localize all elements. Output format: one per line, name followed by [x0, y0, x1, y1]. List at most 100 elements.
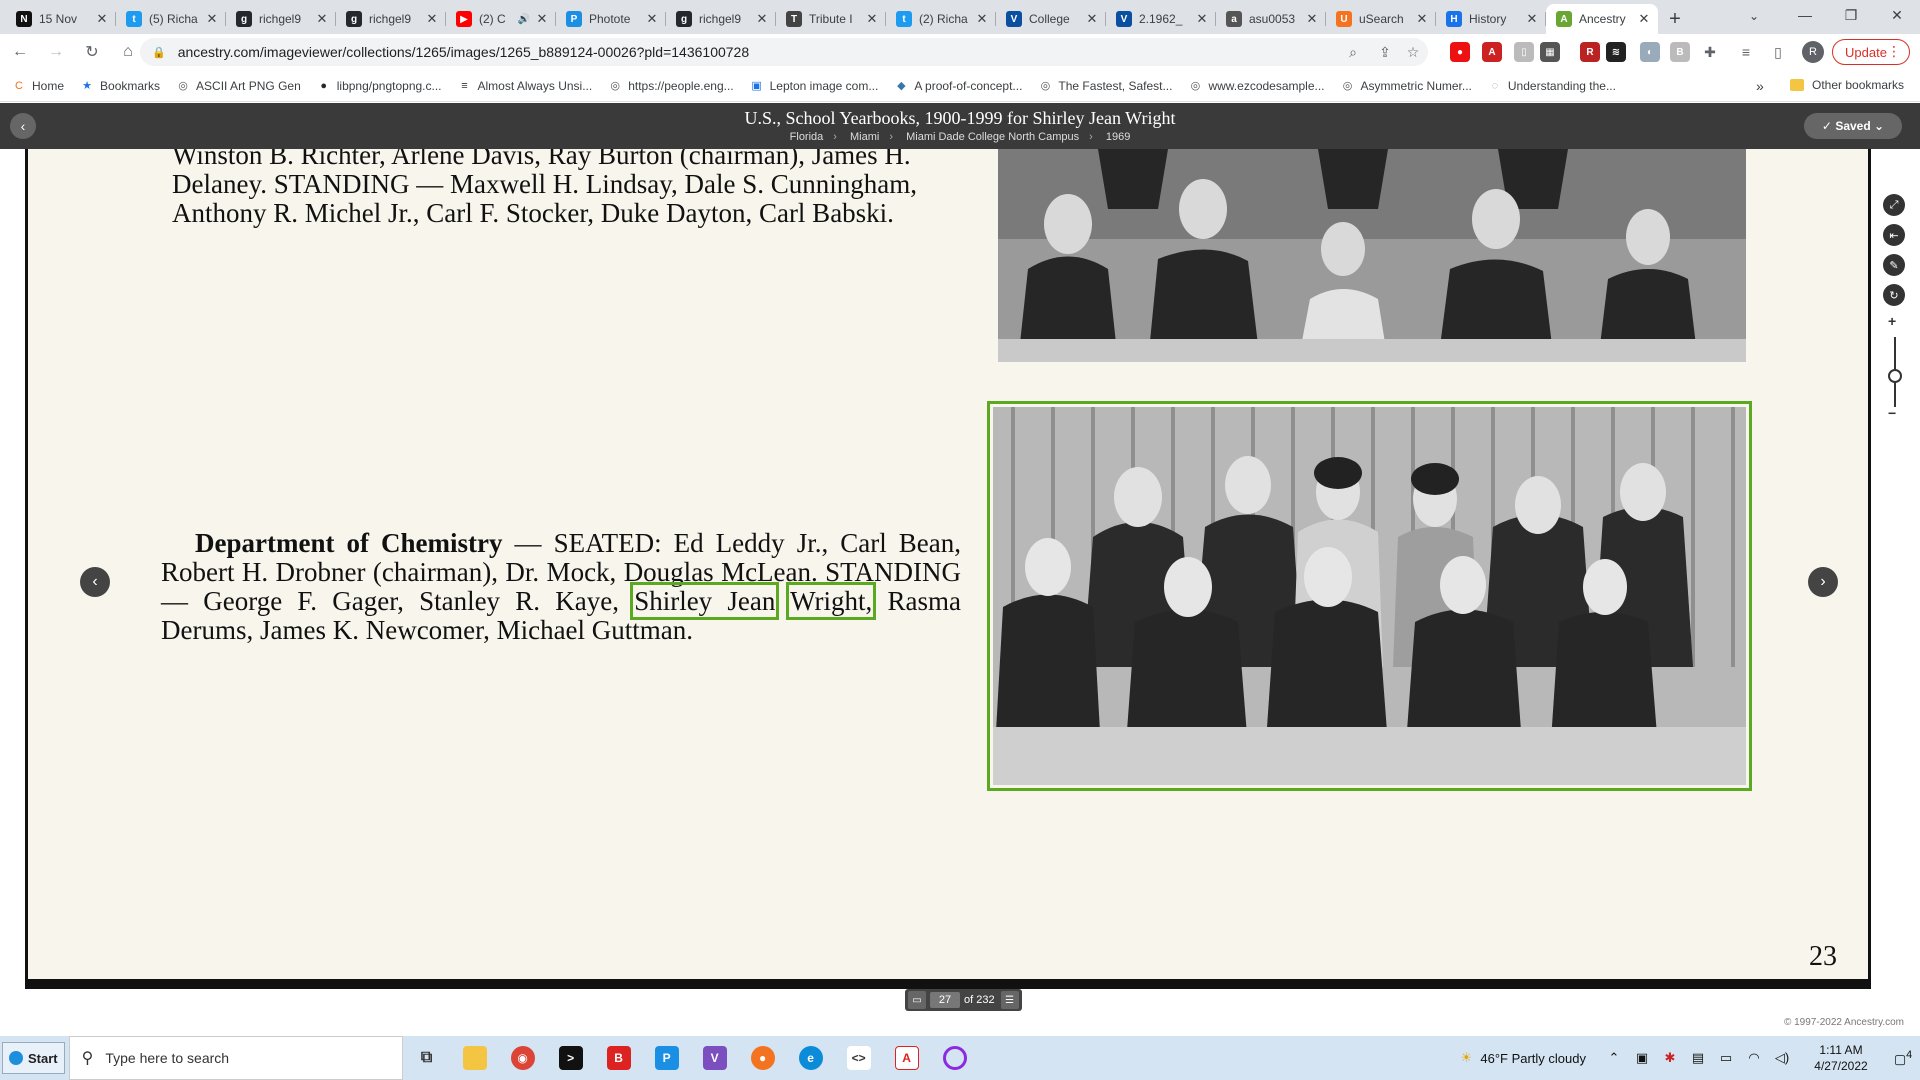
bookmark-star-icon[interactable]: ☆	[1402, 42, 1424, 62]
extension-icon[interactable]: ▯	[1514, 42, 1534, 62]
zoom-icon[interactable]: ⌕	[1342, 42, 1364, 62]
edge-icon[interactable]: e	[787, 1036, 835, 1080]
browser-tab[interactable]: H History ✕	[1436, 4, 1546, 34]
bookmark-item[interactable]: ▣ Lepton image com...	[750, 79, 878, 93]
bookmark-item[interactable]: ◎ Asymmetric Numer...	[1341, 79, 1472, 93]
bookmark-item[interactable]: ● libpng/pngtopng.c...	[317, 79, 441, 93]
browser-tab[interactable]: V College ✕	[996, 4, 1106, 34]
bookmark-item[interactable]: ◎ The Fastest, Safest...	[1038, 79, 1173, 93]
image-viewer[interactable]: Winston B. Richter, Arlene Davis, Ray Bu…	[0, 149, 1920, 1036]
chevron-up-icon[interactable]: ⌃	[1600, 1050, 1628, 1066]
tab-search-chevron-icon[interactable]: ⌄	[1740, 4, 1768, 28]
bookmark-item[interactable]: ◎ ASCII Art PNG Gen	[176, 79, 301, 93]
audio-playing-icon[interactable]: 🔊	[518, 14, 530, 25]
browser-tab[interactable]: N 15 Nov ✕	[6, 4, 116, 34]
browser-tab[interactable]: P Photote ✕	[556, 4, 666, 34]
browser-tab[interactable]: g richgel9 ✕	[336, 4, 446, 34]
address-bar[interactable]: 🔒 ancestry.com/imageviewer/collections/1…	[140, 38, 1428, 66]
extension-icon[interactable]: ▦	[1540, 42, 1560, 62]
index-panel-icon[interactable]: ☰	[1000, 991, 1019, 1009]
weather-text[interactable]: 46°F Partly cloudy	[1480, 1051, 1586, 1066]
terminal-icon[interactable]: >	[547, 1036, 595, 1080]
close-tab-icon[interactable]: ✕	[1194, 11, 1210, 27]
extensions-puzzle-icon[interactable]: ✚	[1700, 42, 1720, 62]
close-tab-icon[interactable]: ✕	[1414, 11, 1430, 27]
browser-tab[interactable]: ▶ (2) C 🔊 ✕	[446, 4, 556, 34]
volume-icon[interactable]: ◁)	[1768, 1050, 1796, 1066]
zoom-in-icon[interactable]: +	[1888, 313, 1896, 329]
file-explorer-icon[interactable]	[451, 1036, 499, 1080]
battery-icon[interactable]: ▭	[1712, 1050, 1740, 1066]
rotate-icon[interactable]: ↻	[1883, 284, 1905, 306]
chemistry-department-photo[interactable]	[987, 401, 1752, 791]
close-tab-icon[interactable]: ✕	[864, 11, 880, 27]
browser-tab[interactable]: UuSearch ✕	[1326, 4, 1436, 34]
task-view-icon[interactable]: ⧉	[403, 1036, 451, 1080]
reading-list-icon[interactable]: ≡	[1736, 42, 1756, 62]
adblock-extension-icon[interactable]: A	[1482, 42, 1502, 62]
filmstrip-icon[interactable]: ▭	[908, 991, 926, 1009]
start-button[interactable]: Start	[2, 1042, 65, 1074]
minimize-button[interactable]: —	[1782, 0, 1828, 30]
breadcrumb-item[interactable]: Miami Dade College North Campus	[906, 131, 1079, 143]
close-tab-icon[interactable]: ✕	[534, 11, 550, 27]
tray-icon[interactable]: ✱	[1656, 1050, 1684, 1066]
bookmark-item[interactable]: ◎ https://people.eng...	[608, 79, 733, 93]
browser-tab[interactable]: V 2.1962_ ✕	[1106, 4, 1216, 34]
close-window-button[interactable]: ✕	[1874, 0, 1920, 30]
extension-icon[interactable]: ≋	[1606, 42, 1626, 62]
name-highlight-first[interactable]: Shirley Jean	[630, 582, 780, 620]
current-image-input[interactable]: 27	[930, 992, 960, 1008]
reload-button[interactable]: ↻	[76, 36, 108, 68]
browser-tab[interactable]: t (5) Richa ✕	[116, 4, 226, 34]
bookmark-item[interactable]: ◎ www.ezcodesample...	[1188, 79, 1325, 93]
next-image-arrow-icon[interactable]: ›	[1808, 567, 1838, 597]
close-tab-icon[interactable]: ✕	[1304, 11, 1320, 27]
close-tab-icon[interactable]: ✕	[204, 11, 220, 27]
wifi-icon[interactable]: ◠	[1740, 1050, 1768, 1066]
new-tab-button[interactable]: +	[1658, 4, 1692, 34]
browser-tab[interactable]: g richgel9 ✕	[226, 4, 336, 34]
name-highlight-last[interactable]: Wright,	[786, 582, 877, 620]
paint-icon[interactable]: P	[643, 1036, 691, 1080]
close-tab-icon[interactable]: ✕	[1084, 11, 1100, 27]
clock[interactable]: 1:11 AM 4/27/2022	[1796, 1042, 1886, 1074]
fit-width-icon[interactable]: ⇤	[1883, 224, 1905, 246]
zoom-knob[interactable]	[1888, 369, 1902, 383]
browser-tab[interactable]: T Tribute I ✕	[776, 4, 886, 34]
taskbar-search[interactable]: ⚲ Type here to search	[68, 1036, 403, 1080]
other-bookmarks-folder[interactable]: Other bookmarks	[1790, 78, 1904, 92]
browser-tab[interactable]: t (2) Richa ✕	[886, 4, 996, 34]
back-button[interactable]: ←	[4, 36, 36, 68]
extension-icon[interactable]: ◐	[1640, 42, 1660, 62]
profile-avatar[interactable]: R	[1802, 41, 1824, 63]
close-tab-icon[interactable]: ✕	[1524, 11, 1540, 27]
bookmark-item[interactable]: ≡ Almost Always Unsi...	[458, 79, 592, 93]
close-tab-icon[interactable]: ✕	[1636, 11, 1652, 27]
bookmark-item[interactable]: C Home	[12, 79, 64, 93]
bookmark-item[interactable]: ◌ Understanding the...	[1488, 79, 1616, 93]
browser-tab[interactable]: g richgel9 ✕	[666, 4, 776, 34]
bookmark-item[interactable]: ★ Bookmarks	[80, 79, 160, 93]
more-bookmarks-chevron-icon[interactable]: »	[1756, 78, 1764, 94]
forward-button[interactable]: →	[40, 36, 72, 68]
update-button[interactable]: Update ⋮	[1832, 39, 1910, 65]
breadcrumb-item[interactable]: Florida	[790, 131, 824, 143]
weather-icon[interactable]: ☀	[1452, 1050, 1480, 1066]
close-tab-icon[interactable]: ✕	[424, 11, 440, 27]
bookmark-item[interactable]: ◆ A proof-of-concept...	[894, 79, 1022, 93]
saved-button[interactable]: ✓ Saved ⌄	[1804, 113, 1902, 139]
maximize-button[interactable]: ❐	[1828, 0, 1874, 30]
app-icon[interactable]: ●	[739, 1036, 787, 1080]
app-icon[interactable]: B	[595, 1036, 643, 1080]
browser-tab[interactable]: a asu0053 ✕	[1216, 4, 1326, 34]
tools-icon[interactable]: ✎	[1883, 254, 1905, 276]
previous-image-arrow-icon[interactable]: ‹	[80, 567, 110, 597]
code-editor-icon[interactable]: <>	[835, 1036, 883, 1080]
extension-icon[interactable]: R	[1580, 42, 1600, 62]
app-icon[interactable]	[931, 1036, 979, 1080]
visual-studio-icon[interactable]: V	[691, 1036, 739, 1080]
breadcrumb-item[interactable]: 1969	[1106, 131, 1130, 143]
fullscreen-icon[interactable]: ⤢	[1883, 194, 1905, 216]
extension-icon[interactable]: B	[1670, 42, 1690, 62]
